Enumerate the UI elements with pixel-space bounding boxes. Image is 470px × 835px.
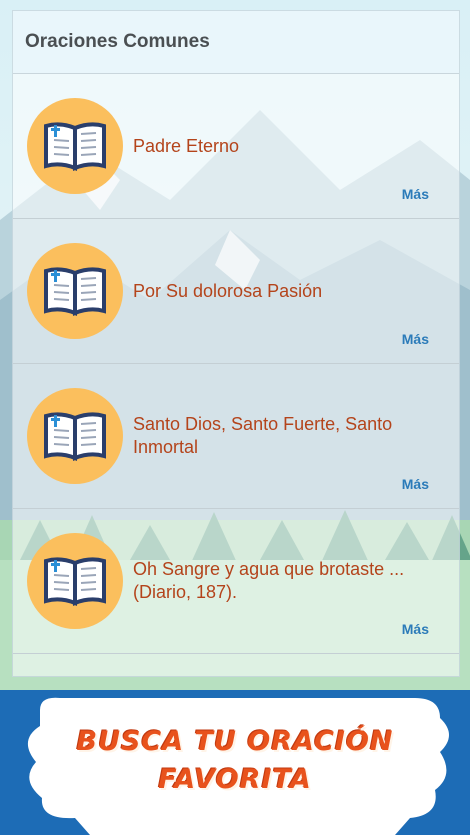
page-title: Oraciones Comunes	[25, 31, 210, 52]
promo-banner: BUSCA TU ORACIÓN FAVORITA	[0, 690, 470, 835]
prayer-card[interactable]: Padre Eterno Más	[13, 74, 459, 219]
open-bible-icon	[27, 533, 123, 629]
more-link[interactable]: Más	[402, 186, 429, 202]
prayer-card[interactable]: Santo Dios, Santo Fuerte, Santo Inmortal…	[13, 364, 459, 509]
prayer-card[interactable]: Por Su dolorosa Pasión Más	[13, 219, 459, 364]
open-bible-icon	[27, 98, 123, 194]
more-link[interactable]: Más	[402, 621, 429, 637]
open-bible-icon	[27, 243, 123, 339]
cloud-shape	[27, 697, 450, 835]
list-header: Oraciones Comunes	[13, 11, 459, 74]
more-link[interactable]: Más	[402, 476, 429, 492]
prayer-title: Padre Eterno	[133, 135, 240, 156]
more-link[interactable]: Más	[402, 331, 429, 347]
open-bible-icon	[27, 388, 123, 484]
prayer-title: Por Su dolorosa Pasión	[133, 280, 323, 301]
banner-line-2: FAVORITA	[158, 764, 312, 795]
prayer-card[interactable]: Oh Sangre y agua que brotaste ... (Diari…	[13, 509, 459, 654]
banner-line-1: BUSCA TU ORACIÓN	[76, 726, 394, 757]
prayer-title: Oh Sangre y agua que brotaste ... (Diari…	[133, 559, 405, 602]
prayer-list-panel: Oraciones Comunes Padre Eterno Más Por S…	[12, 10, 460, 677]
prayer-title: Santo Dios, Santo Fuerte, Santo Inmortal	[133, 414, 393, 457]
